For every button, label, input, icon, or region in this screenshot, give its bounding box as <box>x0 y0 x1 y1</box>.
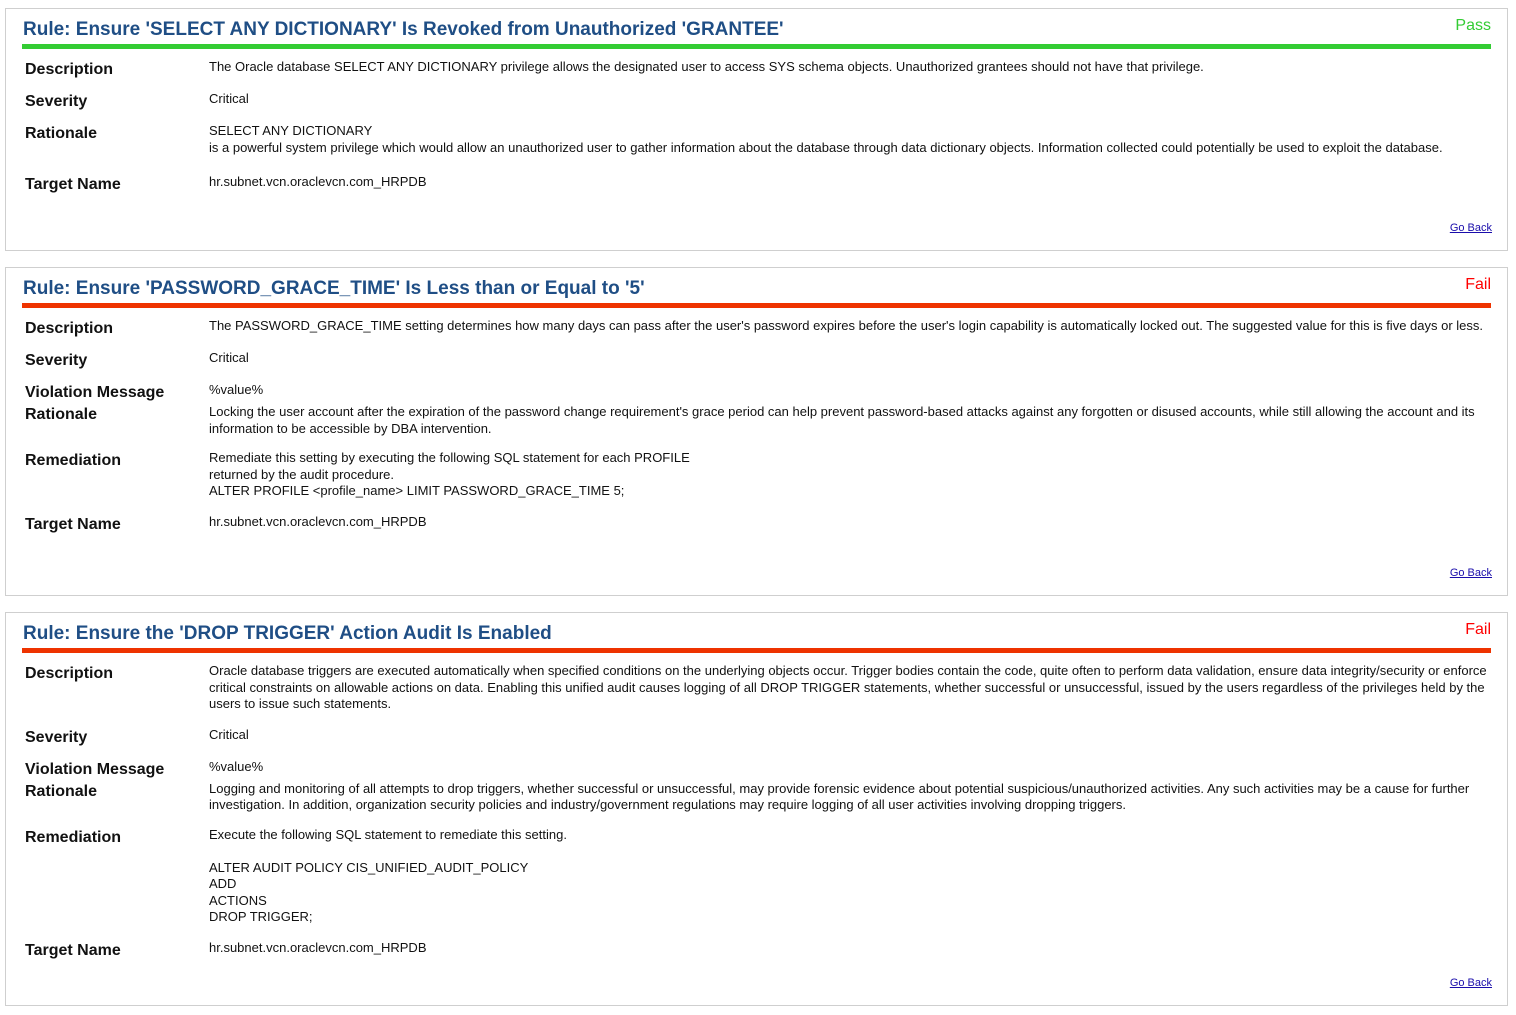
label-violation-message: Violation Message <box>25 384 165 401</box>
label-rationale: Rationale <box>25 406 98 423</box>
status-pass: Pass <box>1455 17 1491 34</box>
remediation-value: Execute the following SQL statement to r… <box>209 826 567 925</box>
label-severity: Severity <box>25 93 88 110</box>
label-severity: Severity <box>25 728 88 746</box>
severity-value: Critical <box>209 91 249 106</box>
label-target: Target Name <box>25 941 121 959</box>
rule-card: Rule: Ensure 'SELECT ANY DICTIONARY' Is … <box>5 8 1508 251</box>
label-description: Description <box>25 320 114 337</box>
rationale-value: SELECT ANY DICTIONARY is a powerful syst… <box>209 123 1443 155</box>
target-value: hr.subnet.vcn.oraclevcn.com_HRPDB <box>209 513 427 529</box>
status-bar <box>22 648 1491 653</box>
rule-details: Description The Oracle database SELECT AN… <box>25 59 1489 206</box>
label-description: Description <box>25 61 114 78</box>
label-violation-message: Violation Message <box>25 760 165 778</box>
label-rationale: Rationale <box>25 782 98 800</box>
description-value: The PASSWORD_GRACE_TIME setting determin… <box>209 318 1484 333</box>
rule-details: Description The PASSWORD_GRACE_TIME setti… <box>25 318 1489 546</box>
rule-card: Rule: Ensure the 'DROP TRIGGER' Action A… <box>5 612 1508 1006</box>
label-remediation: Remediation <box>25 828 122 846</box>
description-value: Oracle database triggers are executed au… <box>209 663 1487 711</box>
target-value: hr.subnet.vcn.oraclevcn.com_HRPDB <box>209 939 427 955</box>
rule-title: Rule: Ensure 'SELECT ANY DICTIONARY' Is … <box>23 19 784 40</box>
rule-title: Rule: Ensure 'PASSWORD_GRACE_TIME' Is Le… <box>23 278 645 299</box>
status-bar <box>22 303 1491 308</box>
go-back-link[interactable]: Go Back <box>1450 222 1492 234</box>
go-back-link[interactable]: Go Back <box>1450 567 1492 579</box>
label-target: Target Name <box>25 515 121 533</box>
target-value: hr.subnet.vcn.oraclevcn.com_HRPDB <box>209 174 427 189</box>
violation-value: %value% <box>209 758 264 774</box>
rationale-value: Logging and monitoring of all attempts t… <box>209 780 1470 813</box>
description-value: The Oracle database SELECT ANY DICTIONAR… <box>209 59 1204 74</box>
rationale-value: Locking the user account after the expir… <box>209 404 1475 436</box>
label-description: Description <box>25 665 114 682</box>
rule-details: Description Oracle database triggers are … <box>25 663 1489 972</box>
status-fail: Fail <box>1465 621 1491 638</box>
label-rationale: Rationale <box>25 125 98 142</box>
label-remediation: Remediation <box>25 452 122 469</box>
severity-value: Critical <box>209 350 249 365</box>
label-severity: Severity <box>25 352 88 369</box>
status-bar <box>22 44 1491 49</box>
label-target: Target Name <box>25 176 121 193</box>
go-back-link[interactable]: Go Back <box>1450 977 1492 989</box>
rule-title: Rule: Ensure the 'DROP TRIGGER' Action A… <box>23 623 552 644</box>
rule-card: Rule: Ensure 'PASSWORD_GRACE_TIME' Is Le… <box>5 267 1508 596</box>
remediation-value: Remediate this setting by executing the … <box>209 450 690 498</box>
status-fail: Fail <box>1465 276 1491 293</box>
violation-value: %value% <box>209 382 264 397</box>
severity-value: Critical <box>209 726 249 742</box>
